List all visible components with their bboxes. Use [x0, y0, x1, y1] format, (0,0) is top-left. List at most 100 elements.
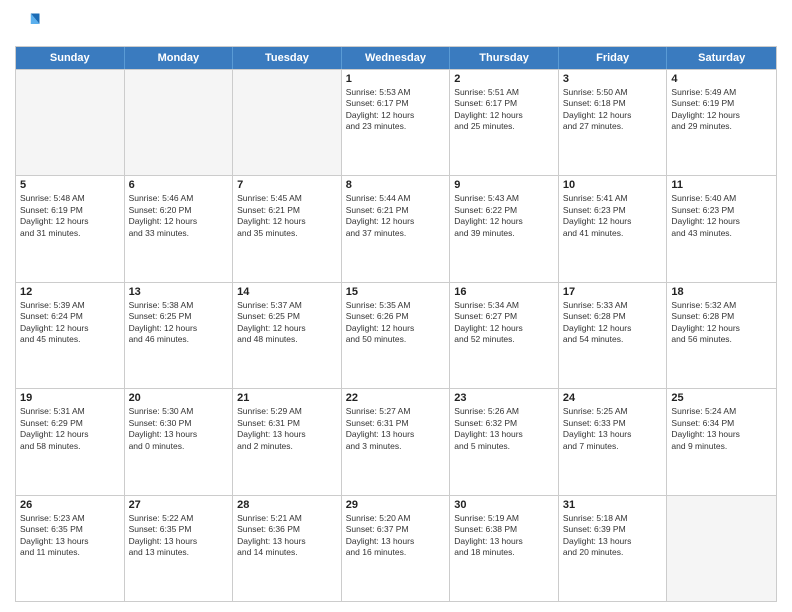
logo-icon: [15, 10, 43, 38]
header-day-wednesday: Wednesday: [342, 47, 451, 69]
day-number: 27: [129, 499, 229, 511]
header-day-thursday: Thursday: [450, 47, 559, 69]
week-row-2: 5 Sunrise: 5:48 AM Sunset: 6:19 PM Daylig…: [16, 175, 776, 281]
cal-cell: 28 Sunrise: 5:21 AM Sunset: 6:36 PM Dayli…: [233, 496, 342, 601]
day-info: Sunrise: 5:38 AM Sunset: 6:25 PM Dayligh…: [129, 300, 229, 346]
cal-cell: 21 Sunrise: 5:29 AM Sunset: 6:31 PM Dayli…: [233, 389, 342, 494]
day-number: 30: [454, 499, 554, 511]
cal-cell: 25 Sunrise: 5:24 AM Sunset: 6:34 PM Dayli…: [667, 389, 776, 494]
cal-cell: 15Sunrise: 5:35 AM Sunset: 6:26 PM Dayli…: [342, 283, 451, 388]
day-number: 26: [20, 499, 120, 511]
day-info: Sunrise: 5:48 AM Sunset: 6:19 PM Dayligh…: [20, 193, 120, 239]
day-number: 20: [129, 392, 229, 404]
day-info: Sunrise: 5:39 AM Sunset: 6:24 PM Dayligh…: [20, 300, 120, 346]
cal-cell: [233, 70, 342, 175]
cal-cell: 6Sunrise: 5:46 AM Sunset: 6:20 PM Daylig…: [125, 176, 234, 281]
day-info: Sunrise: 5:18 AM Sunset: 6:39 PM Dayligh…: [563, 513, 663, 559]
day-info: Sunrise: 5:30 AM Sunset: 6:30 PM Dayligh…: [129, 406, 229, 452]
day-info: Sunrise: 5:51 AM Sunset: 6:17 PM Dayligh…: [454, 87, 554, 133]
cal-cell: 8 Sunrise: 5:44 AM Sunset: 6:21 PM Daylig…: [342, 176, 451, 281]
cal-cell: 7 Sunrise: 5:45 AM Sunset: 6:21 PM Daylig…: [233, 176, 342, 281]
cal-cell: 23 Sunrise: 5:26 AM Sunset: 6:32 PM Dayli…: [450, 389, 559, 494]
day-number: 6: [129, 179, 229, 191]
cal-cell: [667, 496, 776, 601]
day-info: Sunrise: 5:20 AM Sunset: 6:37 PM Dayligh…: [346, 513, 446, 559]
day-info: Sunrise: 5:26 AM Sunset: 6:32 PM Dayligh…: [454, 406, 554, 452]
day-number: 2: [454, 73, 554, 85]
day-number: 10: [563, 179, 663, 191]
day-info: Sunrise: 5:32 AM Sunset: 6:28 PM Dayligh…: [671, 300, 772, 346]
day-info: Sunrise: 5:49 AM Sunset: 6:19 PM Dayligh…: [671, 87, 772, 133]
week-row-3: 12Sunrise: 5:39 AM Sunset: 6:24 PM Dayli…: [16, 282, 776, 388]
day-number: 25: [671, 392, 772, 404]
cal-cell: 26 Sunrise: 5:23 AM Sunset: 6:35 PM Dayli…: [16, 496, 125, 601]
day-number: 23: [454, 392, 554, 404]
page: SundayMondayTuesdayWednesdayThursdayFrid…: [0, 0, 792, 612]
day-info: Sunrise: 5:45 AM Sunset: 6:21 PM Dayligh…: [237, 193, 337, 239]
week-row-5: 26 Sunrise: 5:23 AM Sunset: 6:35 PM Dayli…: [16, 495, 776, 601]
cal-cell: 16 Sunrise: 5:34 AM Sunset: 6:27 PM Dayli…: [450, 283, 559, 388]
day-number: 21: [237, 392, 337, 404]
header-day-tuesday: Tuesday: [233, 47, 342, 69]
day-number: 13: [129, 286, 229, 298]
cal-cell: [125, 70, 234, 175]
logo: [15, 10, 47, 38]
day-number: 17: [563, 286, 663, 298]
day-number: 24: [563, 392, 663, 404]
week-row-4: 19 Sunrise: 5:31 AM Sunset: 6:29 PM Dayli…: [16, 388, 776, 494]
day-number: 16: [454, 286, 554, 298]
cal-cell: 2 Sunrise: 5:51 AM Sunset: 6:17 PM Daylig…: [450, 70, 559, 175]
day-info: Sunrise: 5:27 AM Sunset: 6:31 PM Dayligh…: [346, 406, 446, 452]
calendar-header: SundayMondayTuesdayWednesdayThursdayFrid…: [16, 47, 776, 69]
cal-cell: 9 Sunrise: 5:43 AM Sunset: 6:22 PM Daylig…: [450, 176, 559, 281]
day-number: 11: [671, 179, 772, 191]
cal-cell: 18Sunrise: 5:32 AM Sunset: 6:28 PM Dayli…: [667, 283, 776, 388]
day-number: 1: [346, 73, 446, 85]
day-info: Sunrise: 5:40 AM Sunset: 6:23 PM Dayligh…: [671, 193, 772, 239]
day-info: Sunrise: 5:44 AM Sunset: 6:21 PM Dayligh…: [346, 193, 446, 239]
cal-cell: 14Sunrise: 5:37 AM Sunset: 6:25 PM Dayli…: [233, 283, 342, 388]
day-number: 28: [237, 499, 337, 511]
day-number: 5: [20, 179, 120, 191]
cal-cell: 17 Sunrise: 5:33 AM Sunset: 6:28 PM Dayli…: [559, 283, 668, 388]
day-info: Sunrise: 5:29 AM Sunset: 6:31 PM Dayligh…: [237, 406, 337, 452]
header-day-saturday: Saturday: [667, 47, 776, 69]
day-info: Sunrise: 5:31 AM Sunset: 6:29 PM Dayligh…: [20, 406, 120, 452]
day-info: Sunrise: 5:43 AM Sunset: 6:22 PM Dayligh…: [454, 193, 554, 239]
cal-cell: 30Sunrise: 5:19 AM Sunset: 6:38 PM Dayli…: [450, 496, 559, 601]
cal-cell: 5 Sunrise: 5:48 AM Sunset: 6:19 PM Daylig…: [16, 176, 125, 281]
day-info: Sunrise: 5:53 AM Sunset: 6:17 PM Dayligh…: [346, 87, 446, 133]
header-day-sunday: Sunday: [16, 47, 125, 69]
day-info: Sunrise: 5:24 AM Sunset: 6:34 PM Dayligh…: [671, 406, 772, 452]
header-day-friday: Friday: [559, 47, 668, 69]
cal-cell: 27Sunrise: 5:22 AM Sunset: 6:35 PM Dayli…: [125, 496, 234, 601]
day-number: 19: [20, 392, 120, 404]
header-day-monday: Monday: [125, 47, 234, 69]
cal-cell: 19 Sunrise: 5:31 AM Sunset: 6:29 PM Dayli…: [16, 389, 125, 494]
cal-cell: 11 Sunrise: 5:40 AM Sunset: 6:23 PM Dayli…: [667, 176, 776, 281]
day-number: 8: [346, 179, 446, 191]
day-info: Sunrise: 5:34 AM Sunset: 6:27 PM Dayligh…: [454, 300, 554, 346]
day-info: Sunrise: 5:50 AM Sunset: 6:18 PM Dayligh…: [563, 87, 663, 133]
day-info: Sunrise: 5:33 AM Sunset: 6:28 PM Dayligh…: [563, 300, 663, 346]
day-info: Sunrise: 5:41 AM Sunset: 6:23 PM Dayligh…: [563, 193, 663, 239]
day-number: 9: [454, 179, 554, 191]
day-number: 31: [563, 499, 663, 511]
cal-cell: 4 Sunrise: 5:49 AM Sunset: 6:19 PM Daylig…: [667, 70, 776, 175]
day-info: Sunrise: 5:23 AM Sunset: 6:35 PM Dayligh…: [20, 513, 120, 559]
cal-cell: [16, 70, 125, 175]
day-info: Sunrise: 5:35 AM Sunset: 6:26 PM Dayligh…: [346, 300, 446, 346]
day-number: 7: [237, 179, 337, 191]
cal-cell: 22 Sunrise: 5:27 AM Sunset: 6:31 PM Dayli…: [342, 389, 451, 494]
cal-cell: 20 Sunrise: 5:30 AM Sunset: 6:30 PM Dayli…: [125, 389, 234, 494]
day-number: 4: [671, 73, 772, 85]
cal-cell: 13 Sunrise: 5:38 AM Sunset: 6:25 PM Dayli…: [125, 283, 234, 388]
day-info: Sunrise: 5:37 AM Sunset: 6:25 PM Dayligh…: [237, 300, 337, 346]
day-info: Sunrise: 5:21 AM Sunset: 6:36 PM Dayligh…: [237, 513, 337, 559]
week-row-1: 1 Sunrise: 5:53 AM Sunset: 6:17 PM Daylig…: [16, 69, 776, 175]
cal-cell: 10 Sunrise: 5:41 AM Sunset: 6:23 PM Dayli…: [559, 176, 668, 281]
day-number: 22: [346, 392, 446, 404]
calendar: SundayMondayTuesdayWednesdayThursdayFrid…: [15, 46, 777, 602]
cal-cell: 1 Sunrise: 5:53 AM Sunset: 6:17 PM Daylig…: [342, 70, 451, 175]
cal-cell: 12Sunrise: 5:39 AM Sunset: 6:24 PM Dayli…: [16, 283, 125, 388]
